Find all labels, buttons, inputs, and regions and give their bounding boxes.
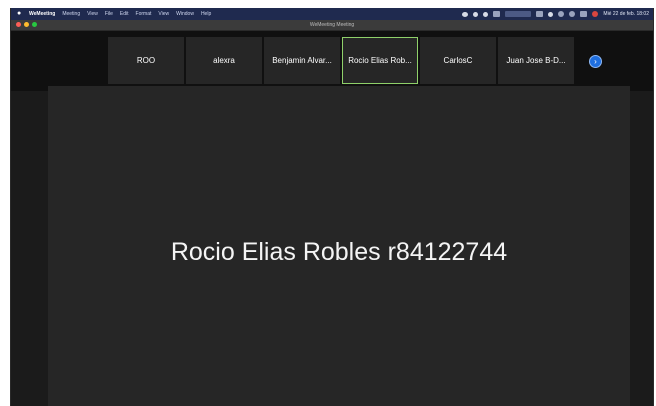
volume-icon[interactable] — [493, 11, 501, 17]
menu-bar: ● WeMeeting Meeting View File Edit Forma… — [11, 8, 653, 20]
menu-edit[interactable]: Edit — [120, 8, 129, 20]
participant-tile[interactable]: Juan Jose B-D... — [498, 37, 574, 84]
screen-share-icon[interactable] — [473, 11, 479, 17]
next-page-button[interactable]: › — [589, 55, 602, 68]
control-center-icon[interactable] — [580, 11, 588, 17]
menu-meeting[interactable]: Meeting — [62, 8, 80, 20]
input-source-icon[interactable] — [505, 11, 532, 17]
search-icon[interactable] — [569, 11, 576, 17]
participant-tile-active[interactable]: Rocio Elias Rob... — [342, 37, 418, 84]
menu-items: WeMeeting Meeting View File Edit Format … — [29, 8, 211, 20]
window-titlebar: WeMeeting Meeting — [11, 20, 653, 31]
menu-file[interactable]: File — [105, 8, 113, 20]
menu-app-name[interactable]: WeMeeting — [29, 8, 55, 20]
notification-icon[interactable] — [592, 11, 599, 17]
participant-tile[interactable]: Benjamin Alvar... — [264, 37, 340, 84]
wifi-icon[interactable] — [558, 11, 565, 17]
bluetooth-icon[interactable] — [536, 11, 544, 17]
battery-icon[interactable] — [548, 11, 554, 17]
participant-tile[interactable]: ROO — [108, 37, 184, 84]
apple-icon[interactable]: ● — [17, 8, 21, 20]
menu-format[interactable]: Format — [136, 8, 152, 20]
active-speaker-name: Rocio Elias Robles r84122744 — [170, 238, 508, 266]
status-icon[interactable] — [462, 11, 469, 17]
participant-tiles: ROO alexra Benjamin Alvar... Rocio Elias… — [108, 37, 574, 84]
display-icon[interactable] — [483, 11, 489, 17]
active-speaker-view: Rocio Elias Robles r84122744 — [48, 86, 630, 406]
menu-view[interactable]: View — [87, 8, 98, 20]
menu-window[interactable]: Window — [176, 8, 194, 20]
chevron-right-icon: › — [594, 57, 597, 66]
participant-strip: ROO alexra Benjamin Alvar... Rocio Elias… — [11, 31, 653, 91]
menu-view-2[interactable]: View — [158, 8, 169, 20]
window-title: WeMeeting Meeting — [309, 22, 355, 28]
menu-help[interactable]: Help — [201, 8, 211, 20]
participant-tile[interactable]: alexra — [186, 37, 262, 84]
status-area: Mié 22 de feb. 18:02 — [462, 8, 649, 20]
participant-tile[interactable]: CarlosC — [420, 37, 496, 84]
menubar-clock: Mié 22 de feb. 18:02 — [603, 11, 649, 17]
meeting-screen: ● WeMeeting Meeting View File Edit Forma… — [10, 8, 654, 406]
